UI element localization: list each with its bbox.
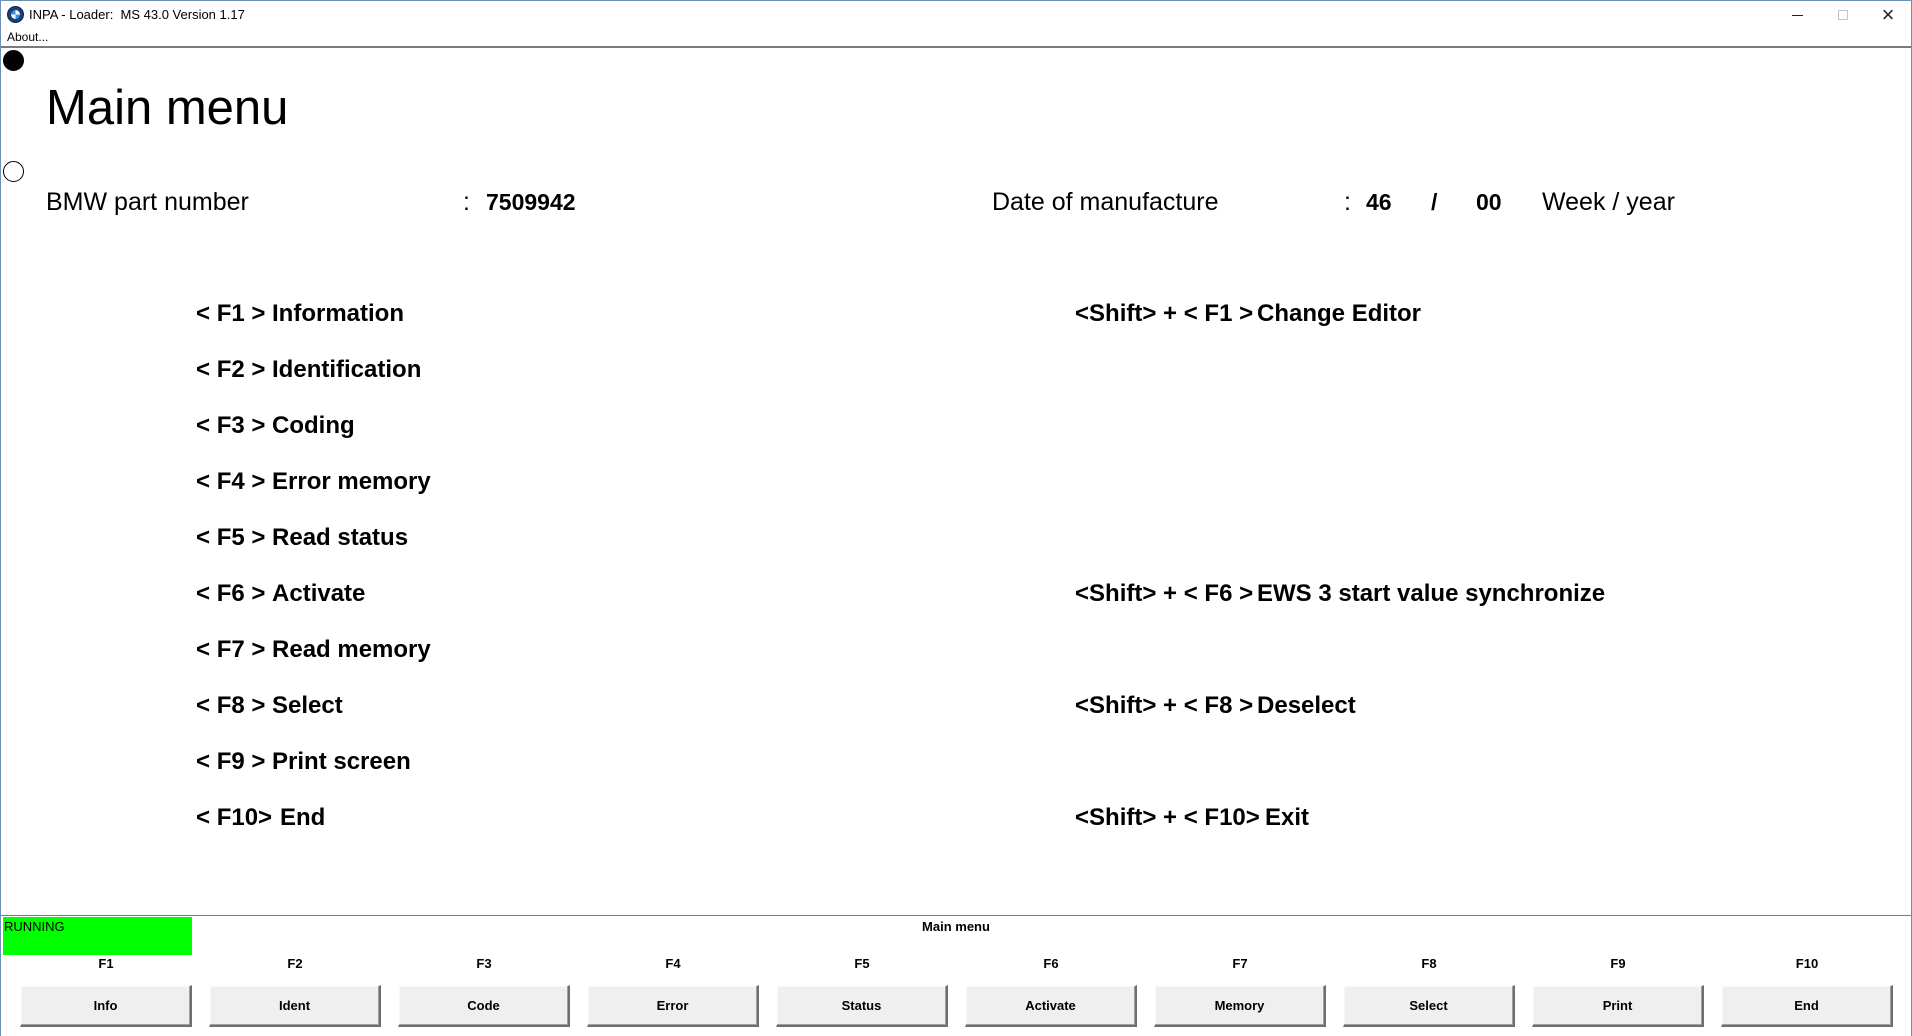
window-title: INPA - Loader: MS 43.0 Version 1.17 bbox=[29, 7, 245, 22]
close-button[interactable]: × bbox=[1865, 1, 1911, 29]
menu-key: < F5 > bbox=[196, 524, 266, 551]
menu-desc: Coding bbox=[272, 412, 355, 439]
menu-desc: Information bbox=[272, 300, 405, 327]
fkey-label: F8 bbox=[1421, 956, 1437, 971]
fkey-f1: F1 Info bbox=[20, 956, 192, 1036]
menu-key: < F9 > bbox=[196, 748, 266, 775]
function-key-panel: RUNNING Main menu F1 Info F2 Ident F3 Co… bbox=[1, 915, 1911, 1036]
menu-key: <Shift> + < F10> bbox=[1075, 804, 1260, 831]
menu-desc: End bbox=[280, 804, 326, 831]
date-unit: Week / year bbox=[1542, 188, 1675, 216]
menu-key: < F10> bbox=[196, 804, 273, 831]
menu-bar: About... bbox=[1, 29, 1911, 48]
part-number-label: BMW part number bbox=[46, 188, 249, 216]
fkey-label: F1 bbox=[98, 956, 114, 971]
screen-name-label: Main menu bbox=[922, 919, 990, 934]
fkey-label: F2 bbox=[287, 956, 303, 971]
menu-key: <Shift> + < F8 > bbox=[1075, 692, 1254, 719]
menu-key: < F4 > bbox=[196, 468, 266, 495]
title-bar: INPA - Loader: MS 43.0 Version 1.17 × bbox=[1, 1, 1911, 29]
menu-desc: Read status bbox=[272, 524, 409, 551]
fkey-f8: F8 Select bbox=[1343, 956, 1515, 1036]
date-separator: : bbox=[1344, 188, 1351, 216]
date-label: Date of manufacture bbox=[992, 188, 1219, 216]
maximize-button[interactable] bbox=[1820, 1, 1866, 29]
fkey-label: F9 bbox=[1610, 956, 1626, 971]
fkey-label: F7 bbox=[1232, 956, 1248, 971]
activate-button[interactable]: Activate bbox=[965, 985, 1137, 1027]
fkey-f2: F2 Ident bbox=[209, 956, 381, 1036]
menu-desc: Deselect bbox=[1257, 692, 1356, 719]
fkey-f10: F10 End bbox=[1721, 956, 1893, 1036]
menu-key: < F7 > bbox=[196, 636, 266, 663]
fkey-f5: F5 Status bbox=[776, 956, 948, 1036]
code-button[interactable]: Code bbox=[398, 985, 570, 1027]
minimize-button[interactable] bbox=[1774, 1, 1820, 29]
menu-desc: Change Editor bbox=[1257, 300, 1422, 327]
filled-circle-icon bbox=[3, 50, 24, 71]
end-button[interactable]: End bbox=[1721, 985, 1893, 1027]
menu-key: <Shift> + < F1 > bbox=[1075, 300, 1254, 327]
memory-button[interactable]: Memory bbox=[1154, 985, 1326, 1027]
part-number-value: 7509942 bbox=[486, 189, 576, 215]
date-year-value: 00 bbox=[1476, 189, 1502, 215]
fkey-label: F5 bbox=[854, 956, 870, 971]
fkey-label: F6 bbox=[1043, 956, 1059, 971]
fkey-f9: F9 Print bbox=[1532, 956, 1704, 1036]
menu-desc: Print screen bbox=[272, 748, 411, 775]
menu-desc: EWS 3 start value synchronize bbox=[1257, 580, 1606, 607]
fkey-f6: F6 Activate bbox=[965, 956, 1137, 1036]
close-icon: × bbox=[1881, 2, 1895, 27]
menu-about[interactable]: About... bbox=[7, 30, 48, 44]
menu-desc: Exit bbox=[1265, 804, 1310, 831]
fkey-label: F3 bbox=[476, 956, 492, 971]
part-number-separator: : bbox=[463, 188, 470, 216]
menu-desc: Select bbox=[272, 692, 343, 719]
menu-key: < F6 > bbox=[196, 580, 266, 607]
menu-key: < F8 > bbox=[196, 692, 266, 719]
menu-key: < F2 > bbox=[196, 356, 266, 383]
menu-desc: Identification bbox=[272, 356, 422, 383]
menu-item-shift-f6: <Shift> + < F6 > EWS 3 start value synchr… bbox=[1035, 552, 1605, 636]
date-week-value: 46 bbox=[1366, 189, 1392, 215]
fkey-f4: F4 Error bbox=[587, 956, 759, 1036]
menu-key: < F1 > bbox=[196, 300, 266, 327]
menu-desc: Read memory bbox=[272, 636, 431, 663]
fkey-label: F4 bbox=[665, 956, 681, 971]
date-slash: / bbox=[1431, 189, 1438, 215]
minimize-icon bbox=[1791, 14, 1803, 16]
page-title: Main menu bbox=[46, 81, 289, 135]
menu-desc: Error memory bbox=[272, 468, 431, 495]
error-button[interactable]: Error bbox=[587, 985, 759, 1027]
menu-key: <Shift> + < F6 > bbox=[1075, 580, 1254, 607]
menu-item-shift-f1: <Shift> + < F1 > Change Editor bbox=[1035, 272, 1421, 356]
empty-circle-icon bbox=[3, 161, 24, 182]
bmw-logo-icon bbox=[7, 6, 24, 23]
info-button[interactable]: Info bbox=[20, 985, 192, 1027]
inpa-window: INPA - Loader: MS 43.0 Version 1.17 × Ab… bbox=[0, 0, 1912, 1036]
fkey-f3: F3 Code bbox=[398, 956, 570, 1036]
function-keys: F1 Info F2 Ident F3 Code F4 Error F5 Sta… bbox=[20, 956, 1896, 1036]
screen-name: Main menu bbox=[1, 919, 1911, 934]
main-content: Main menu BMW part number : 7509942 Date… bbox=[1, 50, 1911, 915]
maximize-icon bbox=[1838, 10, 1848, 20]
fkey-label: F10 bbox=[1795, 956, 1819, 971]
ident-button[interactable]: Ident bbox=[209, 985, 381, 1027]
menu-key: < F3 > bbox=[196, 412, 266, 439]
fkey-f7: F7 Memory bbox=[1154, 956, 1326, 1036]
print-button[interactable]: Print bbox=[1532, 985, 1704, 1027]
menu-item-shift-f10: <Shift> + < F10> Exit bbox=[1035, 776, 1309, 860]
status-button[interactable]: Status bbox=[776, 985, 948, 1027]
menu-item-shift-f8: <Shift> + < F8 > Deselect bbox=[1035, 664, 1356, 748]
menu-item-f10: < F10> End bbox=[156, 776, 325, 860]
menu-desc: Activate bbox=[272, 580, 366, 607]
select-button[interactable]: Select bbox=[1343, 985, 1515, 1027]
